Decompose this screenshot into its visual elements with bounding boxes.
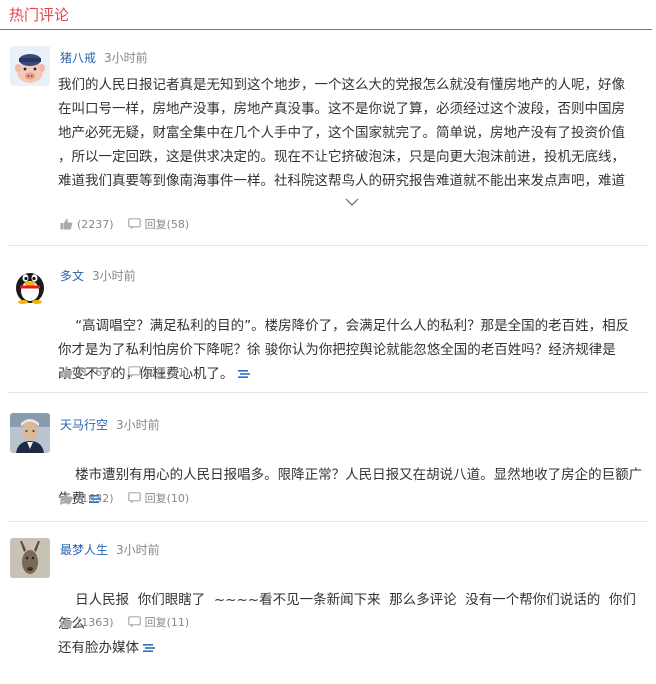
- avatar[interactable]: [10, 538, 50, 578]
- expand-lines-icon[interactable]: [237, 369, 250, 379]
- comment-icon: [127, 366, 141, 378]
- section-title: 热门评论: [9, 6, 70, 24]
- like-count: (1765): [77, 365, 114, 379]
- comment-meta: 猪八戒 3小时前: [60, 49, 148, 66]
- chevron-down-icon[interactable]: [345, 197, 359, 207]
- like-button[interactable]: (1632): [60, 492, 114, 505]
- comment-item: 猪八戒 3小时前 我们的人民日报记者真是无知到这个地步，一个这么大的党报怎么就没有…: [0, 38, 656, 246]
- comment-divider: [8, 392, 648, 393]
- deer-avatar-icon: [10, 538, 50, 578]
- like-button[interactable]: (2237): [60, 218, 114, 231]
- reply-button[interactable]: 回复 (10): [127, 490, 190, 506]
- reply-count: (11): [166, 365, 190, 379]
- timestamp: 3小时前: [104, 51, 148, 65]
- avatar[interactable]: [10, 413, 50, 453]
- username[interactable]: 猪八戒: [60, 51, 96, 65]
- comment-actions: (1632) 回复 (10): [60, 490, 203, 506]
- header-underline: [0, 29, 652, 30]
- comment-actions: (2237) 回复 (58): [60, 216, 203, 232]
- section-header: 热门评论: [0, 0, 656, 30]
- comment-item: 天马行空 3小时前 楼市遭别有用心的人民日报唱多。限降正常？人民日报又在胡说八道。…: [0, 405, 656, 520]
- thumbs-up-icon: [60, 366, 73, 378]
- comment-meta: 天马行空 3小时前: [60, 416, 160, 433]
- comment-meta: 多文 3小时前: [60, 267, 136, 284]
- avatar[interactable]: [10, 46, 50, 86]
- reply-label: 回复: [144, 616, 167, 629]
- thumbs-up-icon: [60, 616, 73, 628]
- timestamp: 3小时前: [116, 543, 160, 557]
- like-button[interactable]: (1765): [60, 366, 114, 379]
- comment-icon: [127, 616, 141, 628]
- reply-button[interactable]: 回复 (11): [127, 364, 190, 380]
- like-count: (1632): [77, 491, 114, 505]
- person-avatar-icon: [10, 413, 50, 453]
- username[interactable]: 天马行空: [60, 418, 108, 432]
- timestamp: 3小时前: [92, 269, 136, 283]
- comment-divider: [8, 521, 648, 522]
- timestamp: 3小时前: [116, 418, 160, 432]
- comment-actions: (1765) 回复 (11): [60, 364, 203, 380]
- like-count: (2237): [77, 217, 114, 231]
- avatar[interactable]: [10, 264, 50, 304]
- reply-count: (11): [166, 615, 190, 629]
- expand-lines-icon[interactable]: [143, 643, 155, 653]
- comment-item: 最梦人生 3小时前 日人民报 你们眼瞎了 ~~~~看不见一条新闻下来 那么多评论 …: [0, 530, 656, 656]
- reply-count: (10): [166, 491, 190, 505]
- comment-divider: [8, 245, 648, 246]
- reply-label: 回复: [144, 366, 167, 379]
- penguin-avatar-icon: [10, 264, 50, 304]
- username[interactable]: 多文: [60, 269, 84, 283]
- reply-label: 回复: [144, 218, 167, 231]
- like-count: (1363): [77, 615, 114, 629]
- comment-text: 我们的人民日报记者真是无知到这个地步，一个这么大的党报怎么就没有懂房地产的人呢，…: [58, 77, 625, 189]
- comment-meta: 最梦人生 3小时前: [60, 541, 160, 558]
- reply-count: (58): [166, 217, 190, 231]
- comment-item: 多文 3小时前 “高调唱空？满足私利的目的”。楼房降价了，会满足什么人的私利？那是…: [0, 256, 656, 391]
- comment-icon: [127, 218, 141, 230]
- like-button[interactable]: (1363): [60, 616, 114, 629]
- pig-avatar-icon: [10, 46, 50, 86]
- thumbs-up-icon: [60, 218, 73, 230]
- comment-icon: [127, 492, 141, 504]
- reply-label: 回复: [144, 492, 167, 505]
- username[interactable]: 最梦人生: [60, 543, 108, 557]
- comment-actions: (1363) 回复 (11): [60, 614, 203, 630]
- reply-button[interactable]: 回复 (11): [127, 614, 190, 630]
- thumbs-up-icon: [60, 492, 73, 504]
- reply-button[interactable]: 回复 (58): [127, 216, 190, 232]
